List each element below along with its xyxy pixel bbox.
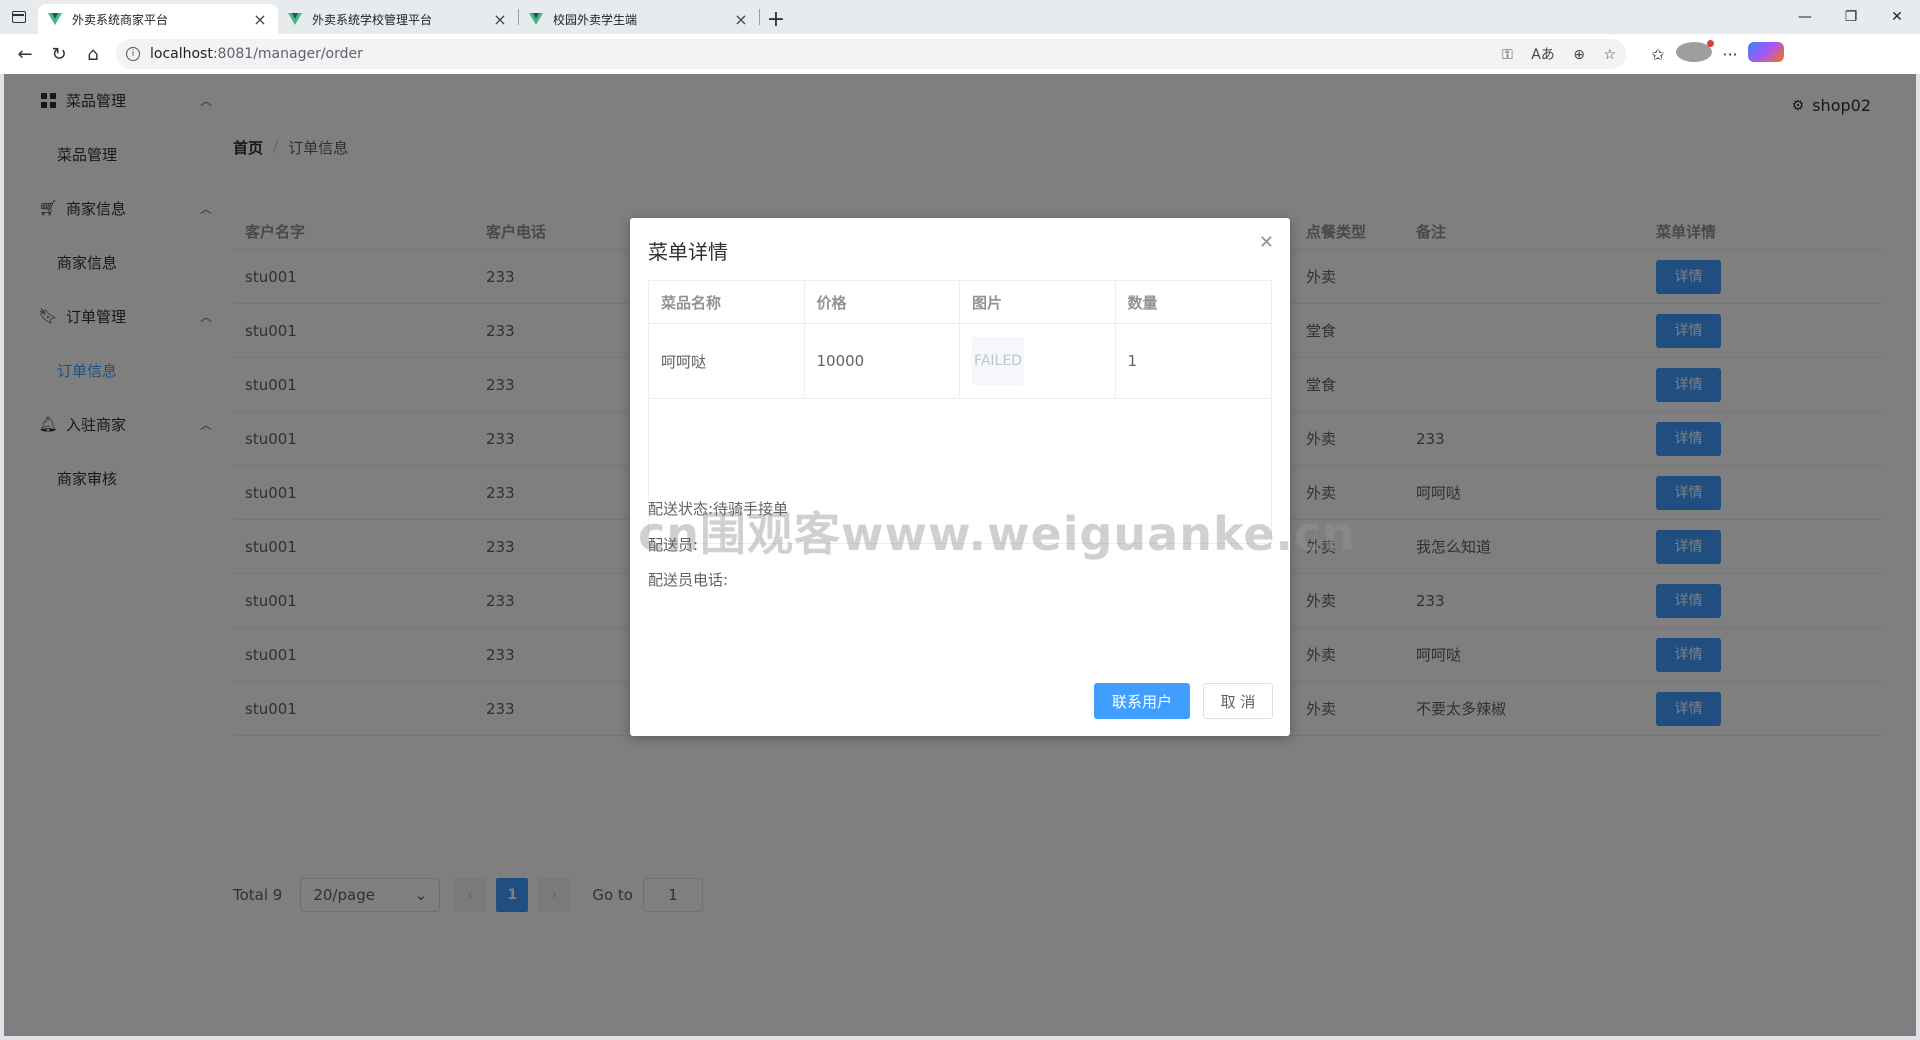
delivery-status: 配送状态:待骑手接单	[648, 500, 789, 518]
courier: 配送员:	[648, 536, 699, 554]
column-header: 图片	[960, 281, 1116, 323]
dish-table-header: 菜品名称 价格 图片 数量	[649, 281, 1271, 324]
column-header: 价格	[805, 281, 960, 323]
window-controls: — ❐ ✕	[1782, 0, 1920, 34]
new-tab-button[interactable]: +	[760, 4, 792, 34]
tab-title: 外卖系统学校管理平台	[312, 12, 433, 27]
copilot-icon[interactable]	[1748, 42, 1784, 66]
zoom-icon[interactable]: ⊕	[1573, 47, 1585, 63]
url-path: :8081/manager/order	[212, 46, 363, 62]
column-header: 数量	[1127, 293, 1158, 312]
tab-actions-button[interactable]	[0, 0, 38, 34]
courier-phone: 配送员电话:	[648, 571, 729, 589]
cancel-button[interactable]: 取 消	[1203, 683, 1273, 719]
favorites-icon[interactable]: ✩	[1640, 45, 1676, 64]
tab-title: 外卖系统商家平台	[72, 12, 169, 27]
browser-tab-2[interactable]: 外卖系统学校管理平台 ×	[278, 4, 518, 34]
dish-quantity: 1	[1127, 352, 1138, 370]
more-menu-icon[interactable]: ···	[1712, 45, 1748, 64]
profile-icon[interactable]	[1676, 40, 1714, 66]
browser-tab-bar: 外卖系统商家平台 × 外卖系统学校管理平台 × 校园外卖学生端 × + — ❐ …	[0, 0, 1920, 34]
minimize-icon[interactable]: —	[1782, 0, 1828, 34]
url-host: localhost	[150, 46, 213, 62]
tab-actions-icon	[12, 11, 26, 23]
dish-image-cell: FAILED	[960, 324, 1116, 398]
site-info-icon[interactable]: i	[126, 47, 140, 61]
address-bar: ← ↻ ⌂ i localhost:8081/manager/order ⚿ A…	[0, 34, 1920, 74]
restore-icon[interactable]: ❐	[1828, 0, 1874, 34]
vue-logo-icon	[48, 13, 62, 25]
tab-close-icon[interactable]: ×	[252, 10, 268, 29]
refresh-icon[interactable]: ↻	[42, 38, 76, 70]
dish-image-failed: FAILED	[972, 337, 1024, 385]
table-row: 呵呵哒 10000 FAILED 1	[649, 324, 1271, 399]
browser-tab-1[interactable]: 外卖系统商家平台 ×	[38, 4, 278, 34]
favorite-star-icon[interactable]: ☆	[1603, 47, 1616, 63]
browser-tab-3[interactable]: 校园外卖学生端 ×	[519, 4, 759, 34]
close-window-icon[interactable]: ✕	[1874, 0, 1920, 34]
back-icon[interactable]: ←	[8, 38, 42, 70]
tab-title: 校园外卖学生端	[553, 12, 638, 27]
dialog-title: 菜单详情	[648, 240, 728, 264]
dish-name: 呵呵哒	[649, 324, 805, 398]
url-text: localhost:8081/manager/order	[150, 46, 1488, 62]
menu-detail-dialog: 菜单详情 ✕ 菜品名称 价格 图片 数量 呵呵哒 10000 FAILED 1 …	[630, 218, 1355, 736]
vue-logo-icon	[529, 13, 543, 25]
column-header: 菜品名称	[649, 281, 805, 323]
home-icon[interactable]: ⌂	[76, 38, 110, 70]
url-input[interactable]: i localhost:8081/manager/order ⚿ Aあ ⊕ ☆	[116, 39, 1626, 69]
read-aloud-icon[interactable]: Aあ	[1531, 47, 1555, 63]
close-icon[interactable]: ✕	[1259, 232, 1274, 253]
contact-user-button[interactable]: 联系用户	[1094, 683, 1190, 719]
tab-close-icon[interactable]: ×	[733, 10, 749, 29]
key-icon[interactable]: ⚿	[1502, 47, 1513, 63]
vue-logo-icon	[288, 13, 302, 25]
tab-close-icon[interactable]: ×	[492, 10, 508, 29]
dish-price: 10000	[805, 324, 960, 398]
